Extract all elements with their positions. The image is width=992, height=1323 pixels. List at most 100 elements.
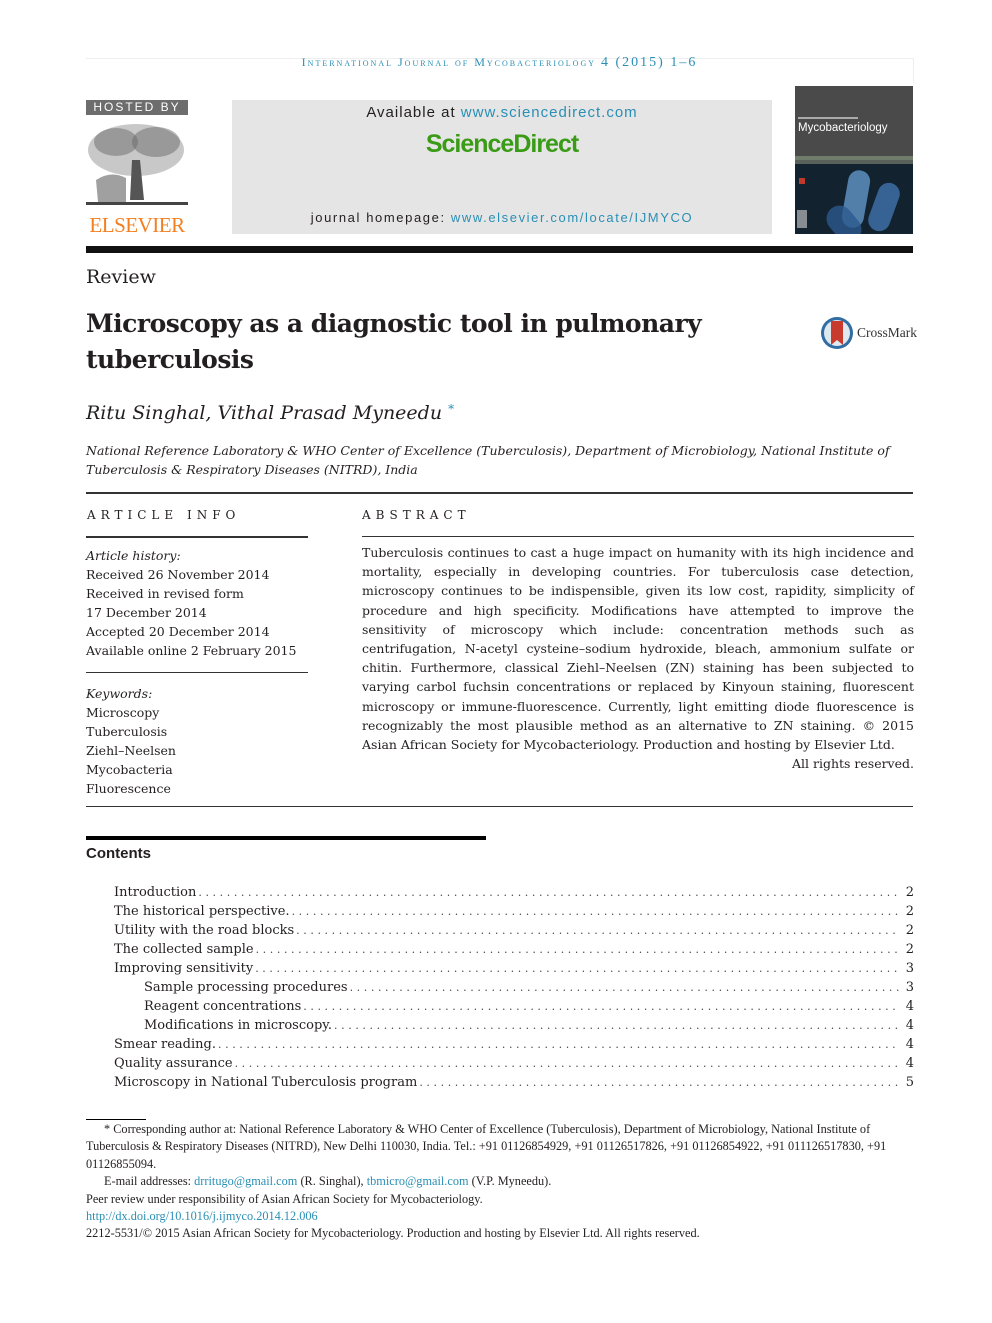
- toc-item-label[interactable]: Reagent concentrations: [144, 999, 303, 1014]
- toc-item[interactable]: Improving sensitivity...................…: [114, 961, 914, 980]
- cover-title: Mycobacteriology: [798, 122, 888, 134]
- elsevier-wordmark: ELSEVIER: [89, 213, 185, 237]
- email-link[interactable]: tbmicro@gmail.com: [367, 1174, 469, 1188]
- history-item: 17 December 2014: [86, 605, 207, 620]
- footnote-rule: [86, 1119, 146, 1120]
- email-link[interactable]: drritugo@gmail.com: [194, 1174, 297, 1188]
- article-type: Review: [86, 266, 156, 288]
- history-item: Received 26 November 2014: [86, 567, 270, 582]
- article-title: Microscopy as a diagnostic tool in pulmo…: [86, 309, 702, 374]
- toc-leader-dots: ........................................…: [255, 962, 900, 975]
- available-at-prefix: Available at: [366, 104, 456, 121]
- keyword: Fluorescence: [86, 781, 171, 796]
- keywords-spacer: [86, 660, 308, 684]
- toc-leader-dots: ........................................…: [291, 905, 900, 918]
- hosted-by-label: HOSTED BY: [86, 100, 188, 115]
- toc-item[interactable]: Utility with the road blocks............…: [114, 923, 914, 942]
- email-owner: (V.P. Myneedu).: [471, 1174, 552, 1189]
- toc-item-label[interactable]: Microscopy in National Tuberculosis prog…: [114, 1075, 419, 1090]
- keyword: Mycobacteria: [86, 762, 173, 777]
- toc-item[interactable]: Modifications in microscopy.............…: [114, 1018, 914, 1037]
- abstract: Tuberculosis continues to cast a huge im…: [362, 543, 914, 773]
- footnotes: * Corresponding author at: National Refe…: [86, 1121, 914, 1243]
- toc-item-page: 4: [905, 1018, 914, 1033]
- keyword: Microscopy: [86, 705, 160, 720]
- sciencedirect-logo[interactable]: ScienceDirect: [232, 130, 772, 159]
- toc-leader-dots: ........................................…: [303, 1000, 900, 1013]
- email-label: E-mail addresses:: [104, 1174, 192, 1189]
- toc-item-label[interactable]: The historical perspective.: [114, 904, 292, 919]
- toc-item-page: 3: [905, 961, 914, 976]
- keyword: Ziehl–Neelsen: [86, 743, 176, 758]
- section-divider: [86, 806, 913, 807]
- toc-item-label[interactable]: Modifications in microscopy.: [144, 1018, 334, 1033]
- elsevier-tree-logo-icon: [86, 120, 188, 212]
- authors: Ritu Singhal, Vithal Prasad Myneedu: [86, 402, 443, 424]
- toc-item[interactable]: Reagent concentrations..................…: [114, 999, 914, 1018]
- article-info-rule: [86, 536, 308, 538]
- history-item: Received in revised form: [86, 586, 244, 601]
- toc-item-label[interactable]: Quality assurance: [114, 1056, 235, 1071]
- toc-item-page: 4: [905, 1056, 914, 1071]
- issn-copyright: 2212-5531/© 2015 Asian African Society f…: [86, 1226, 700, 1241]
- author-list: Ritu Singhal, Vithal Prasad Myneedu *: [86, 402, 454, 424]
- article-info-heading: ARTICLE INFO: [87, 508, 241, 522]
- history-item: Available online 2 February 2015: [86, 643, 297, 658]
- toc-item-page: 2: [905, 923, 914, 938]
- toc-item-label[interactable]: Utility with the road blocks: [114, 923, 296, 938]
- toc-item-page: 3: [905, 980, 914, 995]
- toc-leader-dots: ........................................…: [198, 886, 900, 899]
- toc-item[interactable]: The historical perspective..............…: [114, 904, 914, 923]
- affiliation: National Reference Laboratory & WHO Cent…: [86, 443, 890, 477]
- doi-link[interactable]: http://dx.doi.org/10.1016/j.ijmyco.2014.…: [86, 1208, 914, 1225]
- peer-review-note: Peer review under responsibility of Asia…: [86, 1191, 483, 1206]
- toc-item[interactable]: Quality assurance.......................…: [114, 1056, 914, 1075]
- table-of-contents: Introduction............................…: [114, 885, 914, 1094]
- toc-item[interactable]: Smear reading...........................…: [114, 1037, 914, 1056]
- available-at-line: Available at www.sciencedirect.com: [232, 104, 772, 121]
- toc-item-page: 5: [905, 1075, 914, 1090]
- toc-leader-dots: ........................................…: [255, 943, 900, 956]
- bacteria-illustration-icon: [795, 164, 913, 234]
- running-header: International Journal of Mycobacteriolog…: [86, 55, 913, 71]
- toc-item[interactable]: Sample processing procedures............…: [114, 980, 914, 999]
- masthead-rule: [86, 246, 913, 253]
- toc-item-label[interactable]: Smear reading.: [114, 1037, 218, 1052]
- toc-item-label[interactable]: Sample processing procedures: [144, 980, 350, 995]
- corresponding-author-mark[interactable]: *: [448, 402, 454, 416]
- toc-item-label[interactable]: Improving sensitivity: [114, 961, 255, 976]
- toc-item-label[interactable]: Introduction: [114, 885, 198, 900]
- toc-item[interactable]: The collected sample....................…: [114, 942, 914, 961]
- journal-cover-image: Mycobacteriology: [795, 86, 913, 234]
- email-addresses: E-mail addresses: drritugo@gmail.com (R.…: [86, 1173, 914, 1190]
- cover-subtitle-bar: [798, 117, 858, 119]
- toc-leader-dots: ........................................…: [419, 1076, 900, 1089]
- toc-item-page: 4: [905, 999, 914, 1014]
- article-history-label: Article history:: [86, 548, 181, 563]
- article-info: Article history: Received 26 November 20…: [86, 546, 308, 798]
- toc-item[interactable]: Introduction............................…: [114, 885, 914, 904]
- toc-item-page: 2: [905, 942, 914, 957]
- keyword: Tuberculosis: [86, 724, 168, 739]
- journal-homepage-link[interactable]: www.elsevier.com/locate/IJMYCO: [451, 210, 693, 225]
- toc-leader-dots: ........................................…: [296, 924, 900, 937]
- contents-bar: [86, 836, 486, 840]
- toc-item-page: 2: [905, 904, 914, 919]
- toc-item-page: 4: [905, 1037, 914, 1052]
- toc-item[interactable]: Microscopy in National Tuberculosis prog…: [114, 1075, 914, 1094]
- corresponding-author-note: * Corresponding author at: National Refe…: [86, 1122, 887, 1171]
- toc-leader-dots: ........................................…: [349, 981, 900, 994]
- sciencedirect-link[interactable]: www.sciencedirect.com: [461, 104, 638, 121]
- abstract-rights: All rights reserved.: [791, 756, 914, 772]
- crossmark-label[interactable]: CrossMark: [857, 325, 917, 341]
- history-item: Accepted 20 December 2014: [86, 624, 270, 639]
- toc-leader-dots: ........................................…: [218, 1038, 900, 1051]
- contents-heading: Contents: [86, 845, 151, 862]
- section-divider: [86, 492, 913, 494]
- keywords-rule: [86, 672, 308, 673]
- toc-item-label[interactable]: The collected sample: [114, 942, 256, 957]
- journal-citation: 4 (2015) 1–6: [601, 55, 698, 70]
- abstract-text: Tuberculosis continues to cast a huge im…: [362, 545, 914, 733]
- journal-homepage-line: journal homepage: www.elsevier.com/locat…: [232, 210, 772, 225]
- email-owner: (R. Singhal),: [300, 1174, 364, 1189]
